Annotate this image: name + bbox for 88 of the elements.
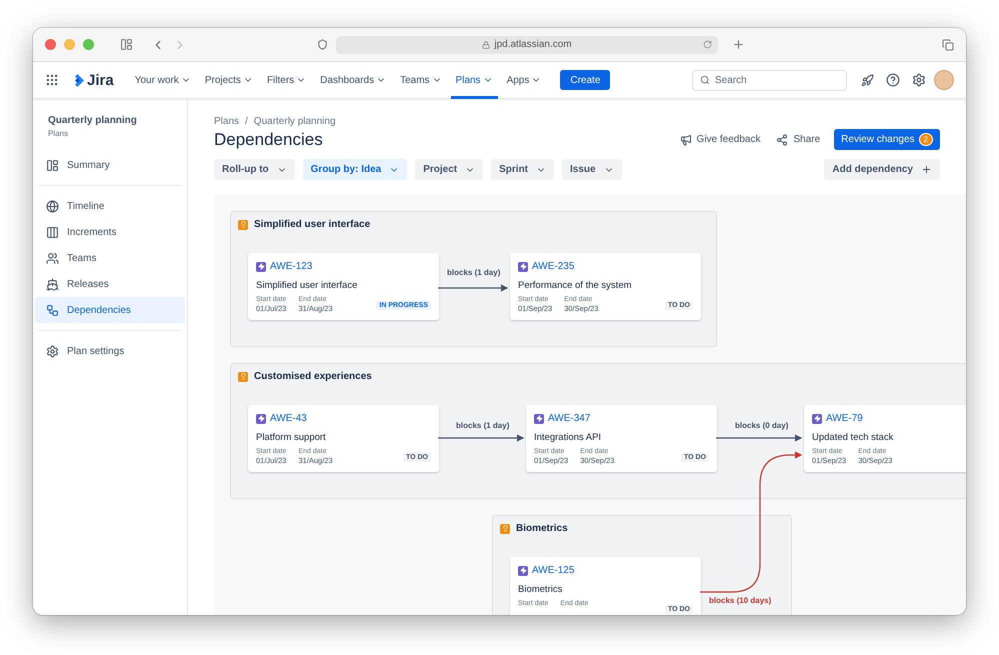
breadcrumb-separator: /	[245, 116, 248, 127]
breadcrumb-link[interactable]: Plans	[214, 116, 240, 127]
dependency-arrow[interactable]	[438, 284, 508, 292]
give-feedback-button[interactable]: Give feedback	[672, 129, 768, 150]
filter-dropdown[interactable]: Group by: Idea	[302, 159, 408, 180]
close-window-icon[interactable]	[45, 39, 56, 50]
nav-menu[interactable]: Your work	[130, 62, 196, 98]
filter-dropdown[interactable]: Project	[415, 159, 484, 180]
nav-menu[interactable]: Dashboards	[315, 62, 392, 98]
dependencies-icon	[46, 304, 59, 316]
create-button[interactable]: Create	[560, 70, 610, 90]
sidebar-item[interactable]: Plan settings	[35, 338, 185, 364]
issue-key-link[interactable]: AWE-125	[532, 565, 574, 576]
teams-icon	[46, 252, 59, 264]
lightbulb-icon	[238, 220, 248, 230]
dependency-label: blocks (10 days)	[709, 596, 772, 605]
share-icon	[776, 134, 788, 146]
review-changes-button[interactable]: Review changes 2	[834, 129, 940, 150]
issue-summary: Integrations API	[534, 432, 602, 443]
issue-key-link[interactable]: AWE-123	[270, 261, 312, 272]
lightbulb-icon	[238, 372, 248, 382]
app-switcher-icon[interactable]	[45, 73, 59, 87]
summary-icon	[46, 158, 59, 172]
dependency-arrow[interactable]	[716, 434, 802, 442]
tabs-overview-icon[interactable]	[942, 38, 954, 50]
shield-icon[interactable]	[317, 39, 328, 50]
plus-icon	[921, 164, 932, 175]
count-badge: 2	[918, 133, 933, 146]
filter-dropdown[interactable]: Roll-up to	[214, 159, 295, 180]
help-icon[interactable]	[886, 73, 900, 87]
search-field[interactable]: Search	[692, 70, 847, 90]
address-bar[interactable]: jpd.atlassian.com	[336, 36, 718, 54]
sidebar-item[interactable]: Summary	[35, 152, 185, 178]
releases-icon	[46, 278, 59, 290]
issue-key-link[interactable]: AWE-347	[548, 413, 590, 424]
settings-icon	[46, 344, 59, 358]
lightbulb-icon	[500, 524, 510, 534]
jira-logo[interactable]: Jira	[71, 72, 114, 88]
sidebar-item[interactable]: Increments	[35, 219, 185, 245]
timeline-icon	[46, 200, 59, 212]
lightning-icon	[256, 262, 266, 272]
issue-key-link[interactable]: AWE-235	[532, 261, 574, 272]
nav-menu[interactable]: Filters	[262, 62, 312, 98]
group-title: Biometrics	[516, 523, 568, 534]
group-title: Customised experiences	[254, 371, 372, 382]
dependency-label: blocks (1 day)	[456, 421, 510, 430]
sidebar-item[interactable]: Dependencies	[35, 297, 185, 323]
page-title: Dependencies	[214, 130, 323, 150]
lightning-icon	[812, 414, 822, 424]
lightning-icon	[534, 414, 544, 424]
search-icon	[700, 75, 710, 85]
nav-menu[interactable]: Projects	[200, 62, 258, 98]
breadcrumb-link[interactable]: Quarterly planning	[254, 116, 336, 127]
sidebar-toggle-icon[interactable]	[120, 38, 133, 51]
sidebar-item[interactable]: Releases	[35, 271, 185, 297]
group-title: Simplified user interface	[254, 219, 370, 230]
sidebar-item[interactable]: Teams	[35, 245, 185, 271]
sidebar-item[interactable]: Timeline	[35, 193, 185, 219]
lightning-icon	[518, 262, 528, 272]
issue-key-link[interactable]: AWE-43	[270, 413, 307, 424]
issue-key-link[interactable]: AWE-79	[826, 413, 863, 424]
dependency-label: blocks (0 day)	[735, 421, 788, 430]
issue-summary: Platform support	[256, 432, 327, 443]
increments-icon	[46, 226, 59, 238]
nav-menu[interactable]: Teams	[395, 62, 447, 98]
issue-summary: Updated tech stack	[812, 432, 894, 443]
nav-menu[interactable]: Plans	[450, 62, 498, 98]
lightning-icon	[518, 566, 528, 576]
lightning-icon	[256, 414, 266, 424]
add-dependency-button[interactable]: Add dependency	[824, 159, 940, 180]
megaphone-icon	[680, 134, 692, 146]
project-type: Plans	[47, 129, 70, 138]
user-avatar[interactable]	[934, 70, 954, 90]
issue-summary: Simplified user interface	[256, 280, 358, 291]
filter-dropdown[interactable]: Issue	[562, 159, 622, 180]
dependency-arrow[interactable]	[438, 434, 524, 442]
share-button[interactable]: Share	[768, 129, 828, 150]
settings-icon[interactable]	[912, 73, 926, 87]
filter-dropdown[interactable]: Sprint	[491, 159, 554, 180]
rocket-icon[interactable]	[861, 74, 874, 86]
lock-icon	[482, 40, 490, 48]
issue-summary: Performance of the system	[518, 280, 633, 291]
nav-menu[interactable]: Apps	[502, 62, 546, 98]
project-title: Quarterly planning	[47, 115, 138, 126]
issue-summary: Biometrics	[518, 584, 564, 595]
new-tab-icon[interactable]	[732, 38, 745, 51]
dependency-label: blocks (1 day)	[447, 268, 500, 277]
reload-icon[interactable]	[703, 40, 712, 49]
